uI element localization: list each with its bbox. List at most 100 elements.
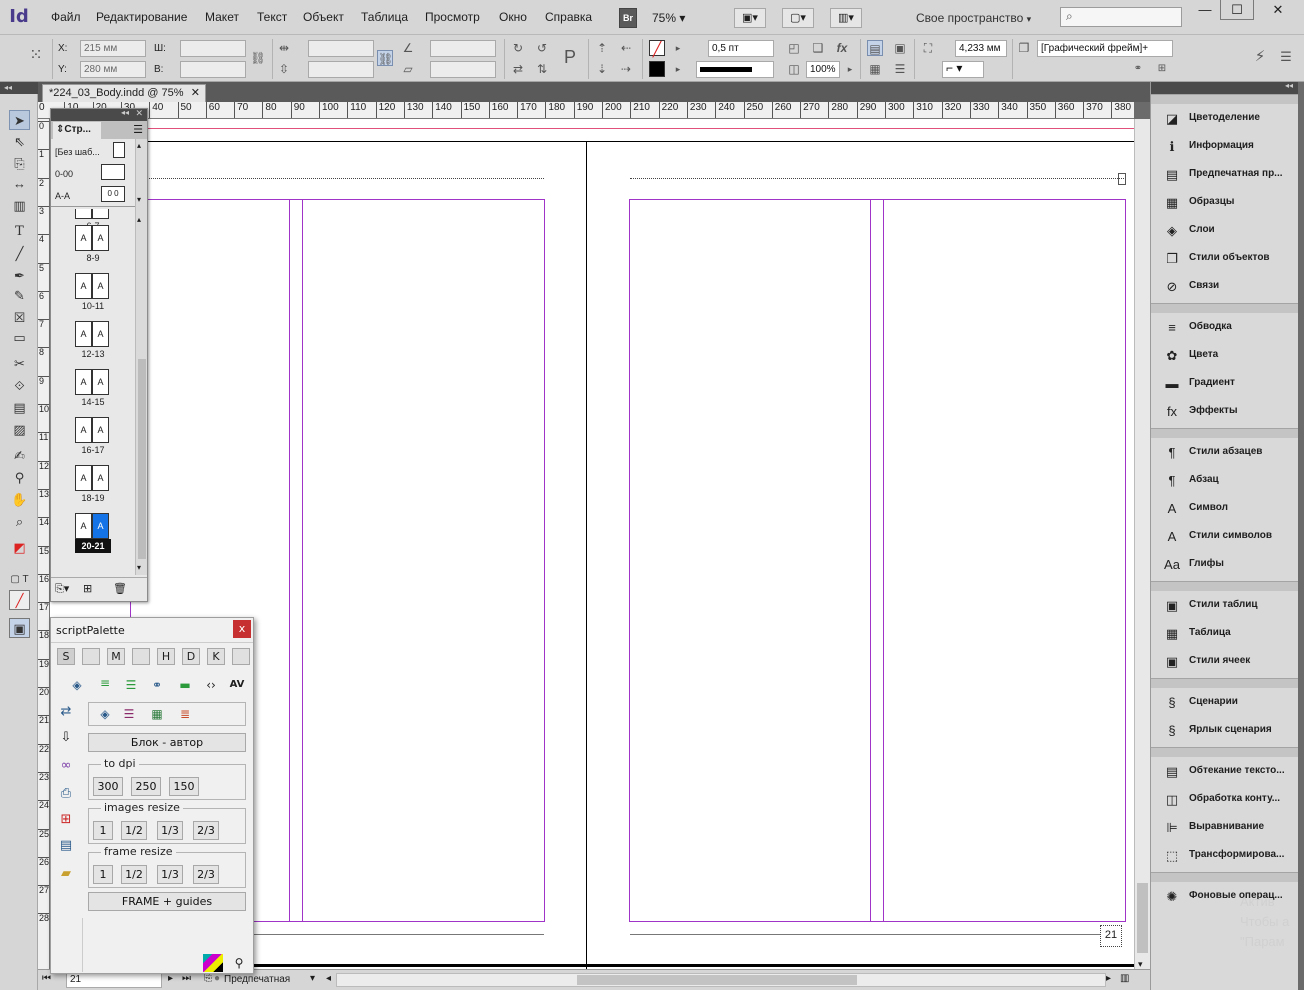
- y-field[interactable]: 280 мм: [80, 61, 146, 78]
- page-thumb-right[interactable]: [92, 209, 109, 219]
- page-thumb-right[interactable]: A: [92, 369, 109, 395]
- screen-mode-button[interactable]: ▣▾: [734, 8, 766, 28]
- frame-resize-1-button[interactable]: 1: [93, 865, 113, 884]
- kerning-av-icon[interactable]: AV: [227, 676, 247, 694]
- scale-x-field[interactable]: [308, 40, 374, 57]
- page-thumb-left[interactable]: A: [75, 417, 92, 443]
- panel-group-grip[interactable]: [1151, 872, 1299, 882]
- master-thumb[interactable]: [113, 142, 125, 158]
- rotate-ccw-icon[interactable]: ↺: [534, 40, 550, 56]
- eyedropper-tool-icon[interactable]: ⚲: [9, 468, 30, 488]
- panel-item[interactable]: ≡ Обводка: [1151, 315, 1299, 341]
- frame-resize-half-button[interactable]: 1/2: [121, 865, 147, 884]
- master-a-a[interactable]: A-A: [55, 191, 70, 201]
- page-thumb-left[interactable]: A: [75, 273, 92, 299]
- page-number-field[interactable]: 21: [66, 972, 162, 988]
- page-spread[interactable]: A A 20-21: [75, 513, 111, 553]
- panel-item[interactable]: ▦ Образцы: [1151, 190, 1299, 216]
- new-style-icon[interactable]: ⊞: [1154, 61, 1170, 77]
- panel-item[interactable]: ¶ Абзац: [1151, 468, 1299, 494]
- master-0-00[interactable]: 0-00: [55, 169, 73, 179]
- frame-fitting-icon[interactable]: ⛶: [920, 40, 936, 56]
- table-grid-icon[interactable]: ▦: [147, 705, 167, 723]
- pages-scrollbar[interactable]: ▴ ▾ ▴ ▾: [135, 139, 147, 575]
- shear-field[interactable]: [430, 61, 496, 78]
- rectangle-frame-tool-icon[interactable]: ☒: [9, 308, 30, 328]
- letter-button-m[interactable]: M: [107, 648, 125, 665]
- spread-pages[interactable]: AA: [75, 225, 111, 251]
- letter-button-s[interactable]: S: [57, 648, 75, 665]
- panel-item[interactable]: ◪ Цветоделение: [1151, 106, 1299, 132]
- rotate-cw-icon[interactable]: ↻: [510, 40, 526, 56]
- tab-pages[interactable]: ⇕Стр...: [53, 122, 101, 139]
- selection-tool-icon[interactable]: ➤: [9, 110, 30, 130]
- panel-group-grip[interactable]: [1151, 428, 1299, 438]
- page-size-icon[interactable]: ⎘▾: [55, 582, 69, 596]
- spread-pages[interactable]: AA: [75, 369, 111, 395]
- panel-item[interactable]: ▦ Таблица: [1151, 621, 1299, 647]
- select-next-icon[interactable]: ⇢: [618, 61, 634, 77]
- green-list-icon[interactable]: ☰: [121, 676, 141, 694]
- page-spread[interactable]: A A 8-9: [75, 225, 111, 265]
- horizontal-scrollbar[interactable]: [336, 973, 1106, 987]
- panel-item[interactable]: ℹ Информация: [1151, 134, 1299, 160]
- content-collector-icon[interactable]: ▥: [9, 196, 30, 216]
- swap-frames-icon[interactable]: ⇄: [56, 702, 76, 722]
- rotate-field[interactable]: [430, 40, 496, 57]
- master-thumb[interactable]: 0 0: [101, 186, 125, 202]
- reference-point-icon[interactable]: ⁙: [26, 48, 46, 68]
- scissors-tool-icon[interactable]: ✂: [9, 354, 30, 374]
- apply-none-icon[interactable]: ╱: [9, 590, 30, 610]
- panel-item[interactable]: ◈ Слои: [1151, 218, 1299, 244]
- constrain-proportions-icon[interactable]: ⛓: [250, 50, 266, 66]
- image-resize-two-thirds-button[interactable]: 2/3: [193, 821, 219, 840]
- panel-item[interactable]: ▤ Обтекание тексто...: [1151, 759, 1299, 785]
- panel-dock-header[interactable]: ◂◂: [1151, 81, 1299, 94]
- new-page-icon[interactable]: ⊞: [83, 582, 92, 595]
- page-thumb-left[interactable]: A: [75, 225, 92, 251]
- collapse-icon[interactable]: ◂◂: [121, 108, 129, 117]
- page-thumb-left[interactable]: A: [75, 465, 92, 491]
- close-icon[interactable]: ✕: [191, 85, 200, 101]
- folder-icon[interactable]: ▰: [56, 864, 76, 884]
- menu-file[interactable]: Файл: [51, 10, 81, 24]
- expand-panels-icon[interactable]: ◂◂: [1285, 81, 1293, 90]
- dpi-250-button[interactable]: 250: [131, 777, 161, 796]
- panel-item[interactable]: ⊘ Связи: [1151, 274, 1299, 300]
- menu-table[interactable]: Таблица: [361, 10, 408, 24]
- pages-panel-header[interactable]: ◂◂ ✕: [51, 108, 147, 121]
- panel-item[interactable]: fx Эффекты: [1151, 399, 1299, 425]
- menu-edit[interactable]: Редактирование: [96, 10, 187, 24]
- chevron-up-icon[interactable]: ▴: [137, 141, 141, 150]
- last-page-icon[interactable]: ⏭: [182, 973, 191, 984]
- green-bar-icon[interactable]: ▬: [175, 676, 195, 694]
- preflight-label[interactable]: Предпечатная: [224, 973, 290, 987]
- spread-pages[interactable]: AA: [75, 321, 111, 347]
- page-spread[interactable]: A A 16-17: [75, 417, 111, 457]
- text-frame-icon[interactable]: ▤: [56, 836, 76, 856]
- panel-item[interactable]: ▣ Стили таблиц: [1151, 593, 1299, 619]
- panel-group-grip[interactable]: [1151, 747, 1299, 757]
- stroke-weight-field[interactable]: 0,5 пт: [708, 40, 774, 57]
- panel-item[interactable]: § Ярлык сценария: [1151, 718, 1299, 744]
- close-window-button[interactable]: ✕: [1256, 0, 1300, 20]
- first-page-icon[interactable]: ⏮: [42, 973, 51, 984]
- split-view-icon[interactable]: ▥: [1120, 973, 1129, 984]
- master-none[interactable]: [Без шаб...: [55, 147, 100, 157]
- vertical-ruler[interactable]: 0 1 2 3 4 5 6 7 8 9 10 11 12 13 14 15 16 17 18 19 20 21 22 23 24…: [38, 119, 50, 969]
- page-thumb-right[interactable]: A: [92, 513, 109, 539]
- next-page-icon[interactable]: ▸: [168, 973, 173, 984]
- horizontal-scroll-thumb[interactable]: [577, 975, 857, 985]
- image-resize-1-button[interactable]: 1: [93, 821, 113, 840]
- page-thumb-right[interactable]: A: [92, 465, 109, 491]
- eyedropper-icon[interactable]: ⚲: [229, 954, 249, 972]
- spread-pages[interactable]: AA: [75, 273, 111, 299]
- pages-scroll-thumb[interactable]: [138, 359, 146, 559]
- bridge-button[interactable]: Br: [619, 8, 637, 28]
- panel-item[interactable]: ❐ Стили объектов: [1151, 246, 1299, 272]
- binoculars-icon[interactable]: ∞: [56, 756, 76, 776]
- delete-page-icon[interactable]: 🗑: [113, 582, 127, 595]
- cmyk-swatch-icon[interactable]: [203, 954, 223, 972]
- gap-tool-icon[interactable]: ↔: [9, 174, 30, 194]
- menu-help[interactable]: Справка: [545, 10, 592, 24]
